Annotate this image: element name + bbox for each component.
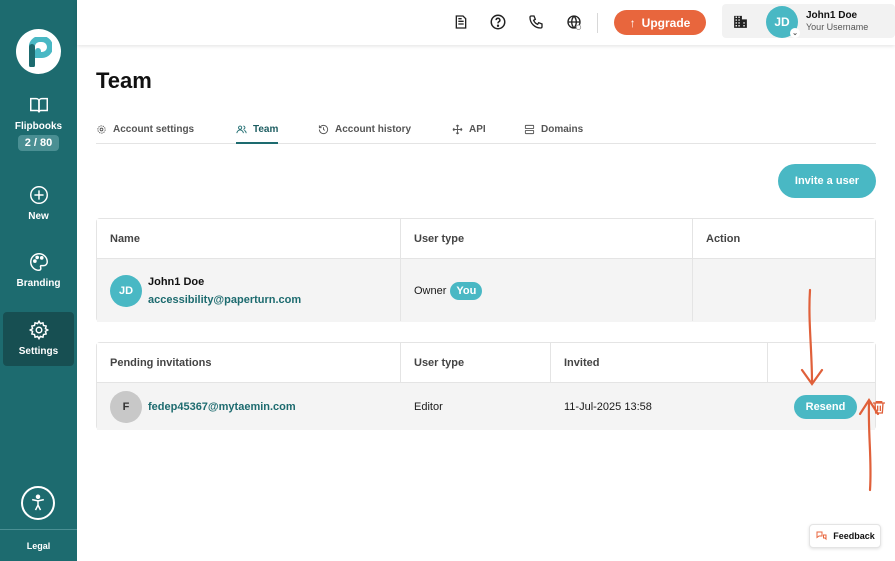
gear-icon (28, 319, 49, 341)
app-logo[interactable] (16, 29, 61, 74)
member-email: accessibility@paperturn.com (148, 293, 302, 306)
column-header-pending-invitations: Pending invitations (110, 357, 212, 369)
column-header-user-type: User type (414, 233, 465, 245)
table-row: JD John1 Doe accessibility@paperturn.com… (97, 259, 875, 322)
topbar-separator (597, 13, 598, 33)
member-user-type: Owner (414, 284, 447, 297)
table-row: F fedep45367@mytaemin.com Editor 11-Jul-… (97, 383, 885, 430)
tab-label: Account history (335, 124, 412, 135)
plus-circle-icon (29, 186, 48, 204)
column-header-action: Action (706, 233, 741, 245)
sidebar-item-label: Flipbooks (14, 121, 63, 132)
gear-icon (97, 125, 106, 134)
settings-tabs: Account settings Team Account history AP… (96, 120, 876, 144)
users-icon (236, 125, 247, 134)
feedback-label: Feedback (833, 531, 875, 541)
tab-team[interactable]: Team (236, 120, 279, 144)
column-header-invited: Invited (564, 357, 600, 369)
user-username: Your Username (806, 22, 869, 32)
logo-icon (28, 36, 52, 67)
avatar: JD ⌄ (766, 6, 800, 38)
tab-account-settings[interactable]: Account settings (96, 120, 194, 144)
feedback-icon (816, 531, 827, 541)
column-header-name: Name (110, 233, 140, 245)
help-icon[interactable] (488, 12, 508, 32)
column-divider (400, 219, 401, 321)
column-divider (400, 343, 401, 383)
tab-label: API (469, 124, 486, 135)
member-name: John1 Doe (148, 275, 205, 288)
server-icon (524, 124, 535, 135)
resend-button[interactable]: Resend (794, 394, 857, 419)
history-icon (318, 124, 329, 135)
sidebar-item-label: New (28, 211, 49, 222)
sidebar-item-new[interactable]: New (3, 184, 74, 222)
user-name: John1 Doe (806, 10, 858, 21)
members-table: Name User type Action JD John1 Doe acces… (96, 218, 876, 322)
sidebar-item-branding[interactable]: Branding (3, 251, 74, 289)
table-header: Pending invitations User type Invited (97, 343, 875, 383)
phone-icon[interactable] (526, 12, 546, 32)
user-menu[interactable]: JD ⌄ John1 Doe Your Username (722, 4, 895, 38)
book-icon (29, 97, 48, 113)
column-divider (550, 343, 551, 383)
pending-invitations-table: Pending invitations User type Invited F … (96, 342, 885, 430)
upgrade-button[interactable]: ↑ Upgrade (614, 10, 706, 35)
sidebar-item-settings[interactable]: Settings (3, 312, 74, 366)
avatar: JD (110, 274, 142, 307)
member-name-cell: JD John1 Doe accessibility@paperturn.com (97, 259, 301, 322)
invite-email-cell: F fedep45367@mytaemin.com (97, 383, 296, 430)
invite-email: fedep45367@mytaemin.com (148, 400, 296, 413)
invite-user-button[interactable]: Invite a user (778, 164, 876, 198)
column-divider (692, 219, 693, 321)
sidebar-item-label: Branding (16, 278, 61, 289)
trash-icon[interactable] (871, 398, 887, 416)
tab-account-history[interactable]: Account history (318, 120, 411, 144)
legal-link[interactable]: Legal (0, 541, 77, 551)
tab-label: Domains (541, 124, 584, 135)
document-icon[interactable] (451, 12, 471, 32)
you-badge: You (450, 281, 483, 300)
upgrade-label: Upgrade (641, 15, 691, 30)
tab-label: Team (253, 124, 279, 135)
move-icon (452, 124, 463, 135)
arrow-up-icon: ↑ (629, 15, 636, 30)
flipbook-count-badge: 2 / 80 (17, 135, 60, 151)
invite-type-cell: Editor (401, 383, 443, 430)
invite-user-type: Editor (414, 400, 443, 413)
accessibility-icon (32, 494, 44, 511)
page-title: Team (96, 68, 152, 93)
language-globe-icon[interactable] (564, 12, 584, 32)
column-header-user-type: User type (414, 357, 465, 369)
chevron-down-icon: ⌄ (790, 28, 800, 38)
sidebar-item-flipbooks[interactable]: Flipbooks 2 / 80 (3, 94, 74, 151)
column-divider (767, 343, 768, 383)
avatar-initials: JD (774, 15, 790, 29)
invite-date-cell: 11-Jul-2025 13:58 (551, 383, 652, 430)
tab-api[interactable]: API (452, 120, 486, 144)
accessibility-button[interactable] (21, 486, 55, 520)
sidebar-item-label: Settings (18, 346, 59, 357)
building-icon (734, 15, 747, 28)
invite-date: 11-Jul-2025 13:58 (564, 400, 652, 413)
tab-label: Account settings (113, 124, 195, 135)
palette-icon (29, 253, 48, 271)
sidebar-divider (0, 529, 77, 530)
table-header: Name User type Action (97, 219, 875, 259)
feedback-button[interactable]: Feedback (809, 524, 881, 548)
invite-action-cell: Resend (781, 383, 887, 430)
topbar: ↑ Upgrade JD ⌄ John1 Doe Your Username (77, 0, 895, 45)
member-type-cell: Owner You (401, 259, 483, 322)
avatar: F (110, 390, 142, 423)
tab-domains[interactable]: Domains (524, 120, 583, 144)
sidebar: Flipbooks 2 / 80 New Branding Settings L… (0, 0, 77, 561)
